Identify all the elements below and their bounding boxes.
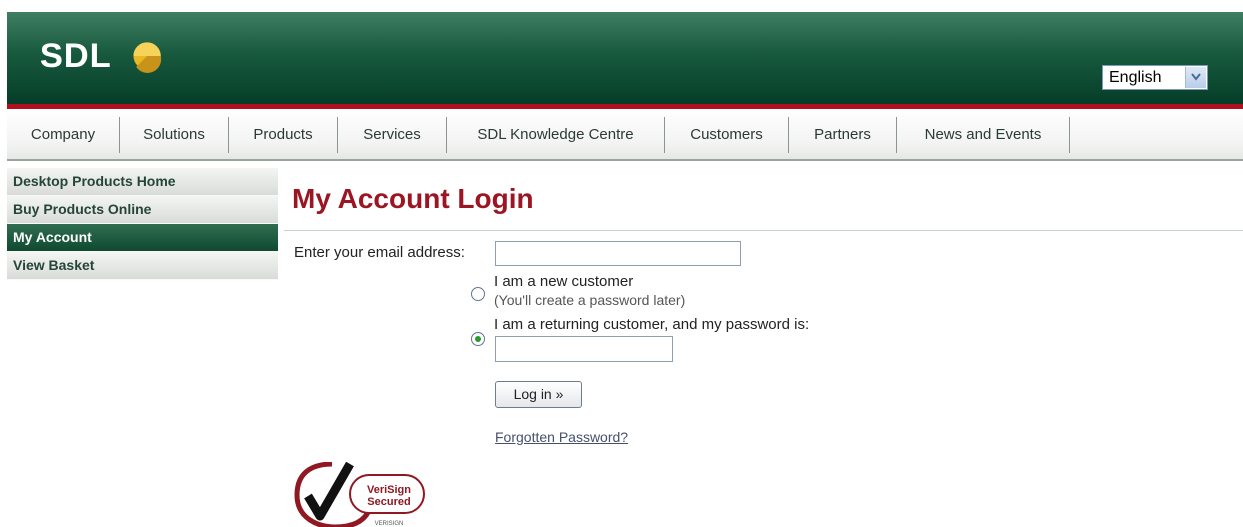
- language-select[interactable]: English: [1102, 65, 1208, 90]
- checkmark-icon: [304, 462, 354, 521]
- sidebar-item-view-basket[interactable]: View Basket: [7, 252, 278, 280]
- language-value: English: [1109, 69, 1162, 86]
- email-input[interactable]: [495, 241, 741, 266]
- nav-partners[interactable]: Partners: [789, 117, 897, 153]
- new-customer-sublabel: (You'll create a password later): [494, 292, 686, 308]
- returning-customer-label: I am a returning customer, and my passwo…: [494, 316, 810, 333]
- sidebar-item-buy-products-online[interactable]: Buy Products Online: [7, 196, 278, 224]
- seal-text-secured: Secured: [367, 496, 410, 508]
- returning-customer-radio[interactable]: [471, 332, 485, 346]
- page-title: My Account Login: [292, 183, 534, 214]
- new-customer-label: I am a new customer: [494, 273, 634, 290]
- sidebar-item-desktop-products-home[interactable]: Desktop Products Home: [7, 168, 278, 196]
- new-customer-radio[interactable]: [471, 287, 485, 301]
- sidebar-item-my-account[interactable]: My Account: [7, 224, 278, 252]
- email-label: Enter your email address:: [294, 244, 465, 261]
- nav-solutions[interactable]: Solutions: [120, 117, 229, 153]
- logo-text: SDL: [40, 37, 112, 75]
- seal-footer-text: VERISIGN: [375, 521, 404, 527]
- logo-mark: [133, 42, 162, 73]
- nav-company[interactable]: Company: [7, 117, 120, 153]
- nav-products[interactable]: Products: [229, 117, 338, 153]
- site-header: SDL English: [7, 12, 1243, 104]
- title-divider: [284, 230, 1243, 231]
- main-nav: Company Solutions Products Services SDL …: [7, 109, 1243, 161]
- forgot-password-link[interactable]: Forgotten Password?: [495, 429, 628, 445]
- nav-knowledge-centre[interactable]: SDL Knowledge Centre: [447, 117, 665, 153]
- sdl-logo[interactable]: SDL: [33, 36, 183, 76]
- login-button[interactable]: Log in »: [495, 381, 582, 408]
- seal-text-verisign: VeriSign: [367, 484, 411, 496]
- nav-customers[interactable]: Customers: [665, 117, 789, 153]
- password-input[interactable]: [495, 336, 673, 362]
- nav-services[interactable]: Services: [338, 117, 447, 153]
- verisign-seal[interactable]: VeriSign Secured VERISIGN: [292, 462, 432, 527]
- chevron-down-icon[interactable]: [1185, 67, 1206, 88]
- sidebar: Desktop Products Home Buy Products Onlin…: [7, 168, 278, 280]
- nav-news-and-events[interactable]: News and Events: [897, 117, 1070, 153]
